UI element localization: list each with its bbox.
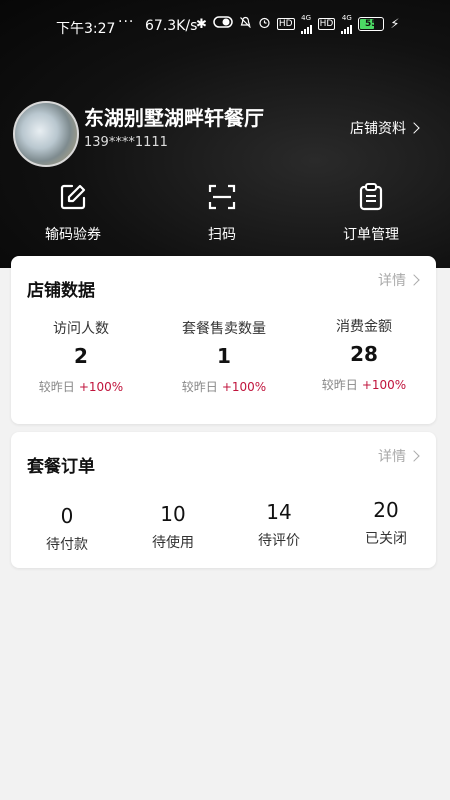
hd-badge-2: HD: [317, 18, 336, 30]
quick-action-orders[interactable]: 订单管理: [336, 180, 406, 244]
order-pending-use[interactable]: 10 待使用: [123, 502, 223, 552]
package-orders-card: 套餐订单 详情 0 待付款 10 待使用 14 待评价 20 已关闭: [11, 432, 436, 568]
compare-label: 较昨日: [181, 380, 218, 394]
stat-value: 2: [74, 344, 88, 368]
alarm-icon: [258, 16, 271, 33]
quick-action-label: 订单管理: [343, 227, 399, 243]
order-closed[interactable]: 20 已关闭: [336, 498, 436, 548]
toggle-icon: [213, 16, 233, 32]
status-time: 下午3:27: [56, 21, 116, 37]
edit-icon: [56, 180, 90, 214]
store-data-detail-link[interactable]: 详情: [378, 270, 420, 290]
stat-label: 访问人数: [53, 321, 109, 337]
compare-change: +100%: [78, 380, 124, 394]
quick-action-label: 扫码: [208, 227, 236, 243]
store-name: 东湖别墅湖畔轩餐厅: [84, 106, 264, 130]
hd-badge-1: HD: [276, 18, 295, 30]
compare-change: +100%: [361, 378, 407, 392]
scan-icon: [205, 180, 239, 214]
signal-bars-icon: [300, 22, 312, 34]
network-speed: 67.3K/s: [145, 18, 198, 34]
clipboard-icon: [354, 180, 388, 214]
card-title: 店铺数据: [27, 281, 95, 301]
stat-packages-sold: 套餐售卖数量 1 较昨日 +100%: [159, 318, 289, 395]
package-orders-detail-link[interactable]: 详情: [378, 446, 420, 466]
order-label: 待使用: [152, 535, 194, 551]
compare-label: 较昨日: [38, 380, 75, 394]
store-header: 下午3:27 ··· 67.3K/s ✱ HD 4G HD 4G 55 ⚡ 东湖…: [0, 0, 450, 268]
order-count: 14: [266, 500, 292, 524]
stat-value: 28: [350, 342, 378, 366]
status-icons: ✱ HD 4G HD 4G 55 ⚡: [196, 14, 399, 34]
compare-change: +100%: [221, 380, 267, 394]
signal-2: 4G: [341, 14, 353, 34]
bluetooth-icon: ✱: [196, 16, 207, 32]
net-label-1: 4G: [301, 14, 312, 22]
stat-spending: 消费金额 28 较昨日 +100%: [299, 316, 429, 393]
detail-label: 详情: [378, 273, 406, 289]
order-label: 已关闭: [365, 531, 407, 547]
order-count: 0: [60, 504, 74, 528]
net-label-2: 4G: [341, 14, 352, 22]
order-label: 待评价: [258, 533, 300, 549]
mute-bell-icon: [239, 16, 252, 33]
order-pending-payment[interactable]: 0 待付款: [17, 504, 117, 554]
signal-bars-icon: [341, 22, 353, 34]
stat-label: 套餐售卖数量: [182, 321, 266, 337]
stat-value: 1: [217, 344, 231, 368]
battery-level: 55: [365, 19, 378, 29]
card-title: 套餐订单: [27, 457, 95, 477]
signal-1: 4G: [300, 14, 312, 34]
store-avatar[interactable]: [13, 101, 79, 167]
charging-icon: ⚡: [390, 16, 400, 32]
chevron-right-icon: [408, 274, 420, 286]
store-info-label: 店铺资料: [350, 121, 406, 137]
status-bar: 下午3:27 ··· 67.3K/s ✱ HD 4G HD 4G 55 ⚡: [0, 0, 450, 40]
battery-icon: 55: [358, 17, 385, 31]
stat-compare: 较昨日 +100%: [16, 378, 146, 395]
store-info-link[interactable]: 店铺资料: [350, 118, 420, 138]
quick-action-label: 输码验券: [45, 227, 101, 243]
stat-visitors: 访问人数 2 较昨日 +100%: [16, 318, 146, 395]
quick-action-verify[interactable]: 输码验券: [43, 180, 103, 244]
order-count: 10: [160, 502, 186, 526]
store-phone: 139****1111: [84, 135, 168, 150]
detail-label: 详情: [378, 449, 406, 465]
compare-label: 较昨日: [321, 378, 358, 392]
stat-label: 消费金额: [336, 319, 392, 335]
quick-action-scan[interactable]: 扫码: [192, 180, 252, 244]
order-pending-review[interactable]: 14 待评价: [229, 500, 329, 550]
chevron-right-icon: [408, 450, 420, 462]
stat-compare: 较昨日 +100%: [299, 376, 429, 393]
status-dots: ···: [118, 14, 135, 30]
order-label: 待付款: [46, 537, 88, 553]
stat-compare: 较昨日 +100%: [159, 378, 289, 395]
chevron-right-icon: [408, 122, 420, 134]
order-count: 20: [373, 498, 399, 522]
store-data-card: 店铺数据 详情 访问人数 2 较昨日 +100% 套餐售卖数量 1 较昨日 +100…: [11, 256, 436, 424]
